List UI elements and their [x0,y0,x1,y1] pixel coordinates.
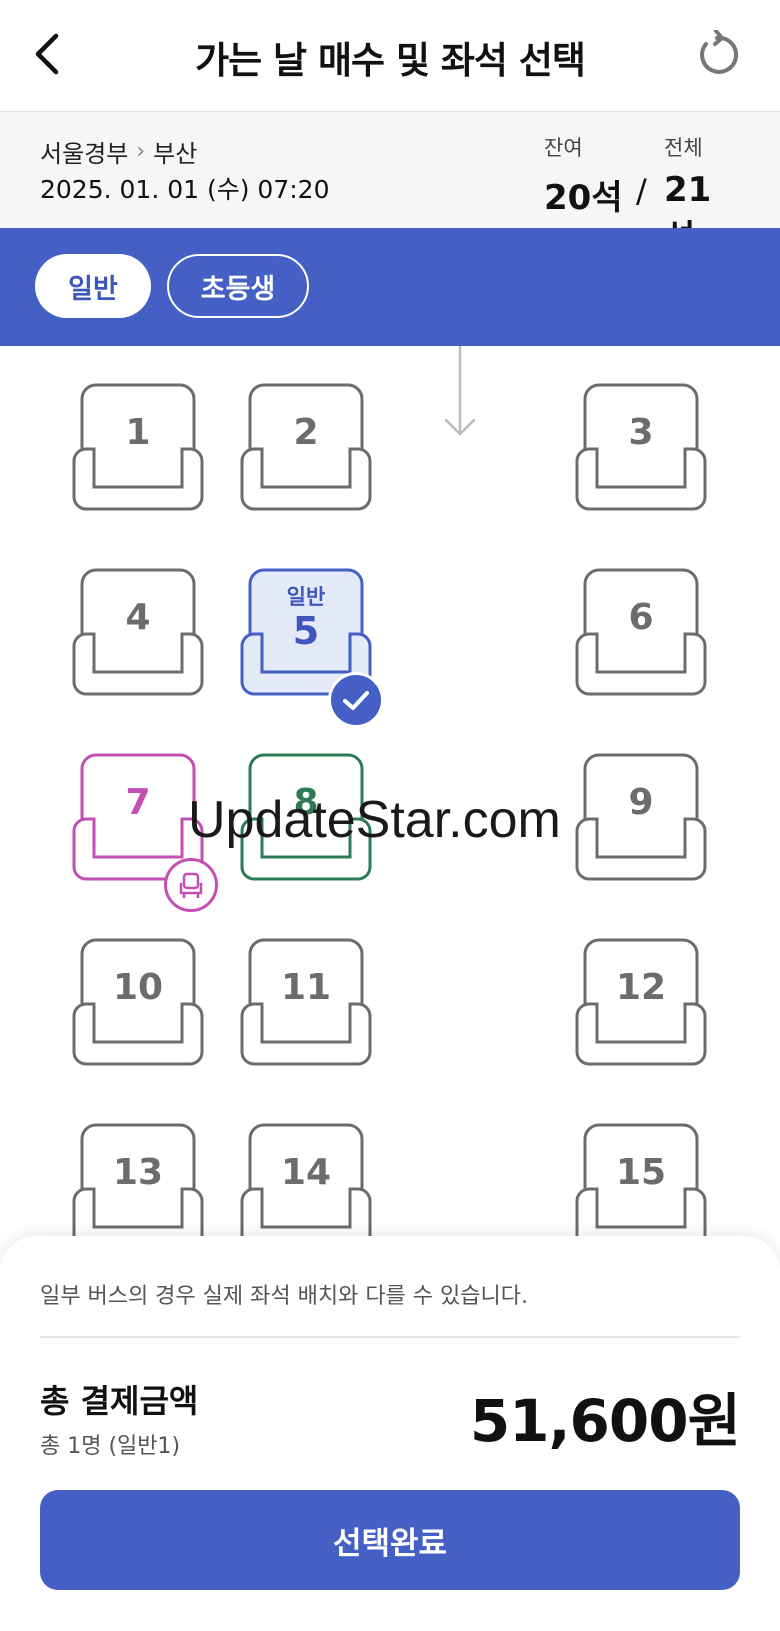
seat-1[interactable]: 1 [72,382,204,514]
confirm-selection-button[interactable]: 선택완료 [40,1490,740,1590]
priority-seat-badge [164,858,218,912]
payment-summary-sheet: 일부 버스의 경우 실제 좌석 배치와 다를 수 있습니다. 총 결제금액 총 … [0,1236,780,1631]
refresh-icon [700,29,739,74]
seat-number: 2 [293,412,319,453]
seat-number: 13 [112,1152,164,1193]
seat-number: 4 [125,597,151,638]
app-header: 가는 날 매수 및 좌석 선택 [0,0,780,112]
seat-6[interactable]: 6 [575,567,707,699]
seat-number: 9 [628,782,654,823]
departure-datetime: 2025. 01. 01 (수) 07:20 [40,175,330,204]
total-payment-label: 총 결제금액 [40,1382,199,1420]
seat-3[interactable]: 3 [575,382,707,514]
seat-9[interactable]: 9 [575,752,707,884]
seat-2[interactable]: 2 [240,382,372,514]
seat-map: 1 2 3 4 일반 5 6 7 8 9 10 11 12 13 14 15 [0,346,780,1236]
arrow-down-icon [444,346,476,436]
seat-11[interactable]: 11 [240,937,372,1069]
seat-number: 5 [292,609,320,653]
seat-4[interactable]: 4 [72,567,204,699]
page-title: 가는 날 매수 및 좌석 선택 [195,39,586,82]
selected-check-badge [328,672,384,728]
seat-number: 11 [280,967,332,1008]
fare-type-tabs: 일반 초등생 [0,228,780,346]
seat-number: 6 [628,597,654,638]
seat-fare-type: 일반 [286,585,326,609]
seat-12[interactable]: 12 [575,937,707,1069]
layout-notice: 일부 버스의 경우 실제 좌석 배치와 다를 수 있습니다. [40,1284,528,1309]
seat-number: 12 [615,967,667,1008]
tab-elementary[interactable]: 초등생 [167,254,309,318]
remaining-label: 잔여 [544,136,583,160]
seat-number: 15 [615,1152,667,1193]
seat-number: 10 [112,967,164,1008]
seat-10[interactable]: 10 [72,937,204,1069]
passenger-summary: 총 1명 (일반1) [40,1434,181,1459]
count-separator: / [636,172,647,210]
seat-number: 8 [293,782,319,823]
chevron-right-icon: › [136,139,146,164]
seat-number: 1 [125,412,151,453]
seat-13[interactable]: 13 [72,1122,204,1236]
refresh-button[interactable] [692,29,742,80]
check-icon [343,691,369,710]
total-label: 전체 [664,136,703,160]
seat-count: 잔여 20석 / 전체 21석 [540,132,740,258]
total-amount: 51,600원 [469,1387,741,1455]
seat-number: 14 [280,1152,332,1193]
seat-15[interactable]: 15 [575,1122,707,1236]
seat-priority-icon [179,872,203,898]
seat-number: 7 [125,782,151,823]
origin-terminal: 서울경부 [40,140,129,168]
tab-general[interactable]: 일반 [35,254,151,318]
destination-terminal: 부산 [153,140,198,168]
divider [40,1336,740,1338]
seat-8[interactable]: 8 [240,752,372,884]
trip-info: 서울경부 › 부산 2025. 01. 01 (수) 07:20 잔여 20석 … [0,112,780,258]
remaining-value: 20석 [544,178,623,218]
route: 서울경부 › 부산 [40,134,197,169]
seat-14[interactable]: 14 [240,1122,372,1236]
seat-number: 3 [628,412,654,453]
